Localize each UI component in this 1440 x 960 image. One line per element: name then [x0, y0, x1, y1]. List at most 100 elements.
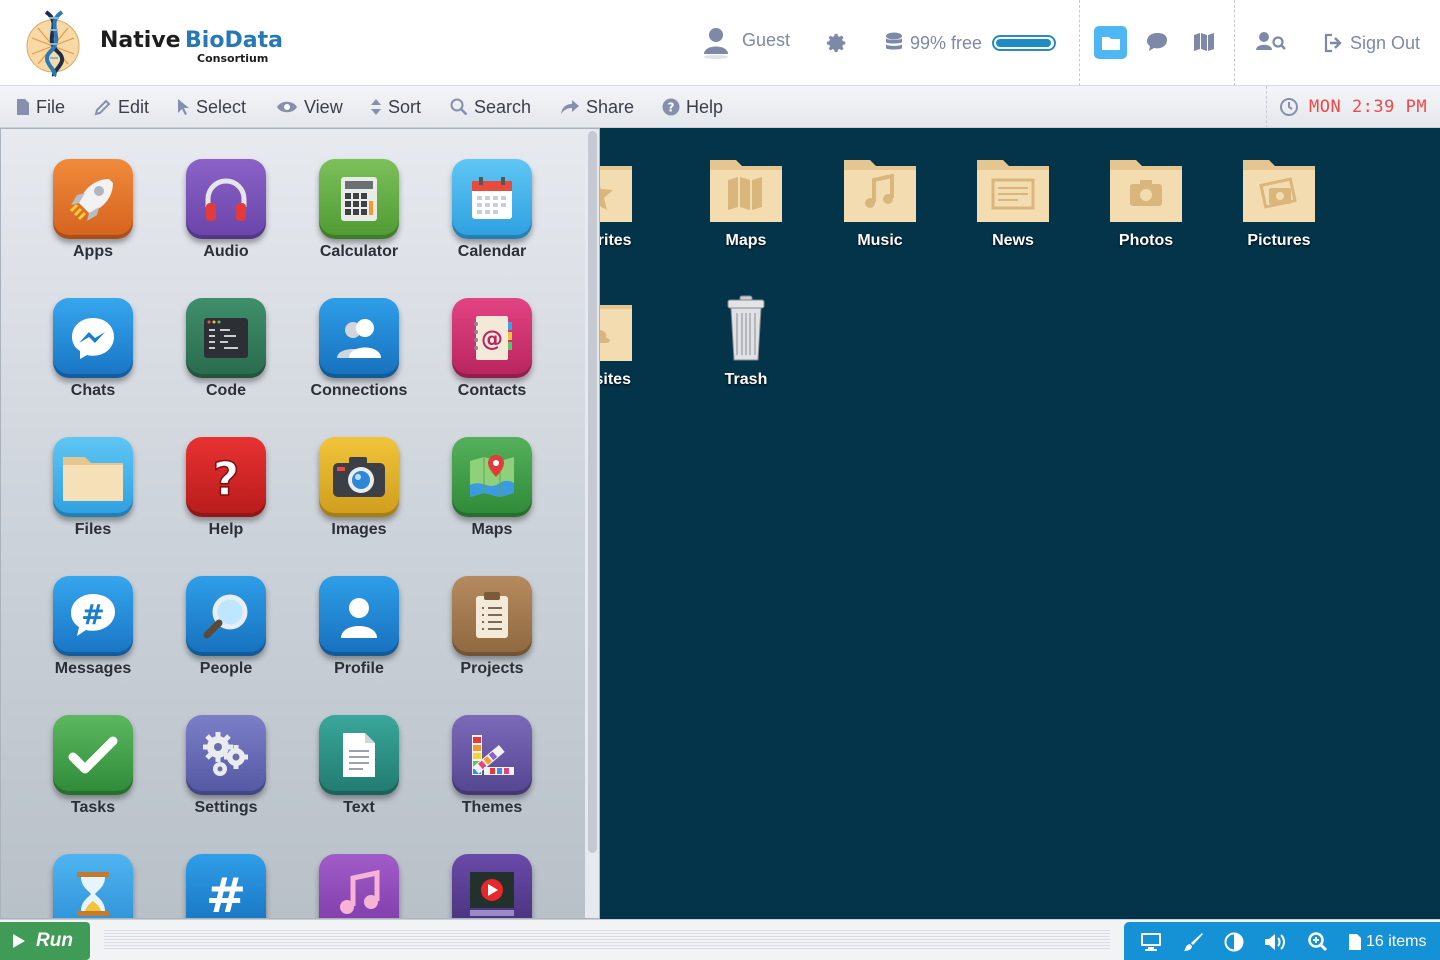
- brand-accent: BioData: [185, 28, 283, 53]
- app-apps[interactable]: Apps: [28, 159, 158, 261]
- app-connections[interactable]: Connections: [294, 298, 424, 400]
- app-help[interactable]: ? Help: [161, 437, 291, 539]
- menu-share[interactable]: Share: [560, 86, 634, 128]
- dna-logo-icon[interactable]: [24, 8, 82, 78]
- menu-view[interactable]: View: [276, 86, 343, 128]
- app-label: Projects: [460, 660, 524, 677]
- app-label: Apps: [73, 243, 113, 260]
- menu-sort-label: Sort: [388, 96, 422, 117]
- files-view-button[interactable]: [1094, 26, 1127, 59]
- app-label: People: [199, 660, 253, 677]
- user-menu[interactable]: Guest: [702, 0, 790, 86]
- launcher-scroll-thumb[interactable]: [588, 131, 597, 853]
- headphones-icon: [186, 159, 266, 239]
- brand-sub: Consortium: [197, 52, 269, 65]
- app-label: Profile: [334, 660, 384, 677]
- desktop-item-photos[interactable]: Photos: [1096, 156, 1196, 250]
- menu-search[interactable]: Search: [450, 86, 531, 128]
- app-label: Messages: [54, 660, 132, 677]
- menu-edit[interactable]: Edit: [94, 86, 149, 128]
- map-pin-icon: [452, 437, 532, 517]
- app-files[interactable]: Files: [28, 437, 158, 539]
- menu-edit-label: Edit: [118, 96, 150, 117]
- hashtag-bubble-icon: #: [53, 576, 133, 656]
- app-text[interactable]: Text: [294, 715, 424, 817]
- volume-button[interactable]: [1264, 932, 1288, 952]
- clock-text: MON 2:39 PM: [1309, 97, 1428, 117]
- storage-indicator[interactable]: 99% free: [884, 0, 1057, 86]
- contrast-button[interactable]: [1224, 932, 1244, 952]
- camera-folder-icon: [1110, 160, 1182, 222]
- app-themes[interactable]: Themes: [427, 715, 557, 817]
- app-images[interactable]: Images: [294, 437, 424, 539]
- chat-button[interactable]: [1145, 30, 1169, 59]
- menu-help[interactable]: ? Help: [662, 86, 723, 128]
- brand-main: Native: [100, 28, 181, 53]
- app-projects[interactable]: Projects: [427, 576, 557, 678]
- svg-text:@: @: [481, 327, 503, 352]
- desktop-item-maps[interactable]: Maps: [696, 156, 796, 250]
- menu-file-label: File: [36, 96, 66, 117]
- items-indicator: 16 items: [1348, 933, 1426, 951]
- app-label: Settings: [194, 799, 258, 816]
- brush-icon: [1184, 932, 1203, 951]
- desktop-item-music[interactable]: Music: [830, 156, 930, 250]
- desktop-item-pictures[interactable]: Pictures: [1229, 156, 1329, 250]
- app-video[interactable]: [427, 854, 557, 918]
- app-settings[interactable]: Settings: [161, 715, 291, 817]
- desktop-item-trash[interactable]: Trash: [696, 295, 796, 389]
- user-search-button[interactable]: [1255, 30, 1287, 59]
- sign-out-button[interactable]: Sign Out: [1324, 0, 1420, 86]
- monitor-icon: [1141, 932, 1161, 951]
- app-label: Maps: [471, 521, 513, 538]
- app-timer[interactable]: [28, 854, 158, 918]
- volume-icon: [1265, 933, 1285, 950]
- items-count: 16 items: [1366, 932, 1427, 950]
- launcher-scrollbar[interactable]: [585, 129, 599, 918]
- app-audio[interactable]: Audio: [161, 159, 291, 261]
- app-chats[interactable]: Chats: [28, 298, 158, 400]
- app-hashtag[interactable]: #: [161, 854, 291, 918]
- menu-file[interactable]: File: [16, 86, 65, 128]
- map-button[interactable]: [1192, 30, 1216, 59]
- menu-help-label: Help: [686, 96, 724, 117]
- app-contacts[interactable]: @ Contacts: [427, 298, 557, 400]
- menu-select[interactable]: Select: [176, 86, 246, 128]
- settings-button[interactable]: [826, 0, 848, 86]
- sign-out-label: Sign Out: [1350, 32, 1421, 53]
- app-messages[interactable]: # Messages: [28, 576, 158, 678]
- app-profile[interactable]: Profile: [294, 576, 424, 678]
- sort-icon: [371, 99, 381, 115]
- brand-name[interactable]: Native BioData Consortium: [100, 28, 283, 65]
- clock[interactable]: MON 2:39 PM: [1266, 86, 1440, 128]
- run-label: Run: [36, 930, 73, 951]
- menu-sort[interactable]: Sort: [370, 86, 421, 128]
- zoom-button[interactable]: [1308, 931, 1328, 952]
- app-maps[interactable]: Maps: [427, 437, 557, 539]
- video-icon: [452, 854, 532, 918]
- app-label: Audio: [203, 243, 249, 260]
- display-button[interactable]: [1140, 932, 1162, 952]
- desktop-item-label: Maps: [725, 232, 767, 249]
- paint-button[interactable]: [1182, 932, 1204, 952]
- app-calendar[interactable]: Calendar: [427, 159, 557, 261]
- app-music[interactable]: [294, 854, 424, 918]
- menu-select-label: Select: [196, 96, 247, 117]
- desktop-item-news[interactable]: News: [963, 156, 1063, 250]
- app-code[interactable]: Code: [161, 298, 291, 400]
- desktop-item-label: Trash: [724, 371, 768, 388]
- app-label: Files: [74, 521, 112, 538]
- sign-out-icon: [1324, 33, 1342, 53]
- app-calculator[interactable]: Calculator: [294, 159, 424, 261]
- search-icon: [450, 98, 468, 116]
- menu-bar: File Edit Select View Sort Search Share …: [0, 86, 1440, 128]
- task-list[interactable]: [104, 930, 1110, 950]
- app-tasks[interactable]: Tasks: [28, 715, 158, 817]
- folder-icon: [53, 437, 133, 517]
- map-folder-icon: [710, 160, 782, 222]
- app-people[interactable]: People: [161, 576, 291, 678]
- run-button[interactable]: Run: [0, 922, 90, 960]
- code-icon: [186, 298, 266, 378]
- palette-icon: [452, 715, 532, 795]
- svg-text:?: ?: [668, 101, 675, 115]
